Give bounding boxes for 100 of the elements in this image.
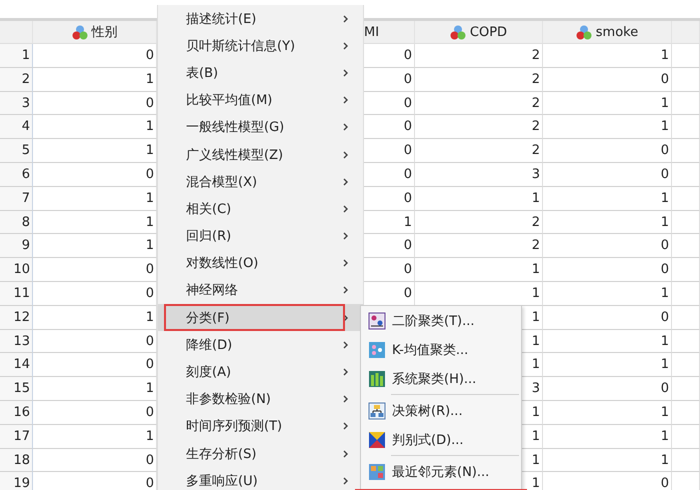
chevron-right-icon xyxy=(343,340,349,349)
chevron-right-icon xyxy=(343,96,349,104)
table-cell: 2 xyxy=(415,210,543,234)
row-number: 12 xyxy=(0,306,33,330)
scatter-icon xyxy=(368,340,386,358)
table-cell: 1 xyxy=(543,115,672,140)
row-number: 14 xyxy=(0,353,33,378)
table-cell: 0 xyxy=(543,162,672,187)
menu-item[interactable]: 非参数检验(N) xyxy=(158,386,363,413)
table-cell: 2 xyxy=(415,68,543,92)
menu-item-label: 神经网络 xyxy=(186,282,238,300)
column-header[interactable]: 性别 xyxy=(33,21,157,44)
table-cell: 1 xyxy=(543,282,672,306)
table-cell xyxy=(672,186,700,211)
row-number: 3 xyxy=(0,92,33,116)
table-cell: 1 xyxy=(33,68,157,92)
row-number: 13 xyxy=(0,330,33,354)
row-number: 16 xyxy=(0,400,33,425)
variable-icon xyxy=(450,24,466,40)
chevron-right-icon xyxy=(343,123,349,132)
table-cell xyxy=(672,282,700,306)
menu-item[interactable]: 一般线性模型(G) xyxy=(158,114,363,141)
table-cell: 0 xyxy=(543,234,672,258)
table-cell: 1 xyxy=(33,115,157,140)
menu-item-label: 分类(F) xyxy=(186,310,230,327)
column-title: smoke xyxy=(596,24,638,40)
column-title: MI xyxy=(364,24,380,40)
table-cell: 1 xyxy=(33,210,157,234)
chevron-right-icon xyxy=(343,204,349,213)
menu-item-label: 比较平均值(M) xyxy=(186,92,272,110)
row-number: 6 xyxy=(0,162,33,187)
row-number: 11 xyxy=(0,282,33,306)
table-cell: 1 xyxy=(543,330,672,354)
chevron-right-icon xyxy=(343,450,349,458)
chevron-right-icon xyxy=(343,14,349,23)
table-cell: 0 xyxy=(543,306,672,330)
table-cell xyxy=(672,139,700,163)
chevron-right-icon xyxy=(343,150,349,159)
table-cell xyxy=(672,92,700,116)
row-number: 9 xyxy=(0,234,33,258)
menu-item[interactable]: 多重响应(U) xyxy=(158,467,363,490)
table-cell: 0 xyxy=(33,448,157,472)
table-cell: 0 xyxy=(543,377,672,401)
menu-item[interactable]: 描述统计(E) xyxy=(158,5,363,32)
table-cell xyxy=(672,115,700,140)
menu-item-label: 多重响应(U) xyxy=(186,472,258,490)
row-number: 5 xyxy=(0,139,33,163)
chevron-right-icon xyxy=(343,368,349,376)
menu-item[interactable]: 生存分析(S) xyxy=(158,440,363,468)
variable-icon xyxy=(576,24,592,40)
menu-item[interactable]: 刻度(A) xyxy=(158,358,363,386)
row-number: 19 xyxy=(0,472,33,490)
table-cell: 2 xyxy=(415,44,543,68)
table-cell xyxy=(672,306,700,330)
column-header[interactable]: COPD xyxy=(415,21,543,44)
row-number: 18 xyxy=(0,448,33,472)
table-cell: 0 xyxy=(33,162,157,187)
table-cell: 1 xyxy=(415,258,543,282)
row-number: 10 xyxy=(0,258,33,282)
table-cell: 0 xyxy=(33,353,157,378)
column-header[interactable]: smoke xyxy=(543,21,672,44)
table-cell xyxy=(672,353,700,378)
table-cell: 1 xyxy=(33,377,157,401)
bowtie-icon xyxy=(368,430,386,448)
menu-item-label: 描述统计(E) xyxy=(186,10,256,28)
table-cell: 0 xyxy=(33,92,157,116)
table-cell: 2 xyxy=(415,139,543,163)
menu-item-label: 广义线性模型(Z) xyxy=(186,146,284,164)
chevron-right-icon xyxy=(343,259,349,268)
column-header[interactable] xyxy=(0,21,33,44)
table-cell: 1 xyxy=(33,234,157,258)
chevron-right-icon xyxy=(343,42,349,50)
cluster-icon xyxy=(368,312,386,330)
table-cell: 0 xyxy=(543,258,672,282)
table-cell xyxy=(672,68,700,92)
table-cell: 1 xyxy=(543,44,672,68)
chevron-right-icon xyxy=(343,476,349,485)
variable-icon xyxy=(72,24,88,40)
chevron-right-icon xyxy=(343,314,349,322)
table-cell: 2 xyxy=(415,92,543,116)
menu-item-label: 非参数检验(N) xyxy=(186,391,271,408)
table-cell xyxy=(672,210,700,234)
table-cell: 1 xyxy=(543,186,672,211)
row-number: 1 xyxy=(0,44,33,68)
table-cell: 1 xyxy=(543,448,672,472)
column-header[interactable] xyxy=(672,21,700,44)
menu-item-label: 刻度(A) xyxy=(186,364,232,382)
column-title: 性别 xyxy=(92,24,118,41)
table-cell xyxy=(672,400,700,425)
menu-item[interactable]: 降维(D) xyxy=(158,331,363,358)
chevron-right-icon xyxy=(343,68,349,77)
menu-item[interactable]: 分类(F) xyxy=(158,304,363,332)
menu-item[interactable]: 时间序列预测(T) xyxy=(158,412,363,440)
table-cell xyxy=(672,258,700,282)
table-cell: 1 xyxy=(543,400,672,425)
chevron-right-icon xyxy=(343,395,349,404)
table-cell: 2 xyxy=(415,234,543,258)
bar-chart-icon xyxy=(368,370,386,388)
table-cell: 0 xyxy=(33,44,157,68)
table-cell xyxy=(672,377,700,401)
